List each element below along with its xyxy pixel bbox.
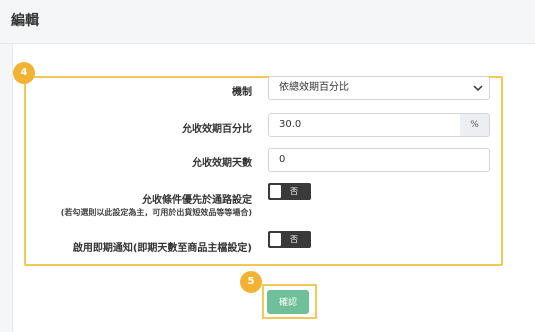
priority-note: (若勾選則以此設定為主，可用於出貨短效品等等場合) bbox=[60, 208, 252, 217]
step-badge-4: 4 bbox=[13, 62, 35, 84]
expiry-notice-toggle[interactable]: 否 bbox=[268, 231, 311, 248]
page-header: 編輯 bbox=[0, 0, 535, 44]
confirm-button[interactable]: 確認 bbox=[267, 290, 309, 314]
percent-unit-addon: % bbox=[460, 113, 490, 137]
mechanism-selected-value: 依總效期百分比 bbox=[279, 82, 349, 93]
toggle-knob bbox=[270, 185, 281, 198]
page-title: 編輯 bbox=[11, 13, 39, 29]
priority-label: 允收條件優先於通路設定 bbox=[142, 195, 252, 206]
percent-label: 允收效期百分比 bbox=[182, 124, 252, 135]
days-label: 允收效期天數 bbox=[192, 158, 252, 169]
chevron-down-icon bbox=[473, 85, 483, 92]
days-input[interactable]: 0 bbox=[268, 148, 490, 172]
expiry-notice-label: 啟用即期通知(即期天數至商品主檔設定) bbox=[72, 243, 252, 254]
priority-toggle-text: 否 bbox=[290, 187, 298, 196]
mechanism-select[interactable]: 依總效期百分比 bbox=[268, 76, 490, 100]
expiry-notice-toggle-text: 否 bbox=[290, 235, 298, 244]
mechanism-label: 機制 bbox=[232, 87, 252, 98]
priority-toggle[interactable]: 否 bbox=[268, 183, 311, 200]
percent-input[interactable]: 30.0 bbox=[268, 113, 461, 137]
toggle-knob bbox=[270, 233, 281, 246]
step-badge-5: 5 bbox=[240, 271, 262, 293]
